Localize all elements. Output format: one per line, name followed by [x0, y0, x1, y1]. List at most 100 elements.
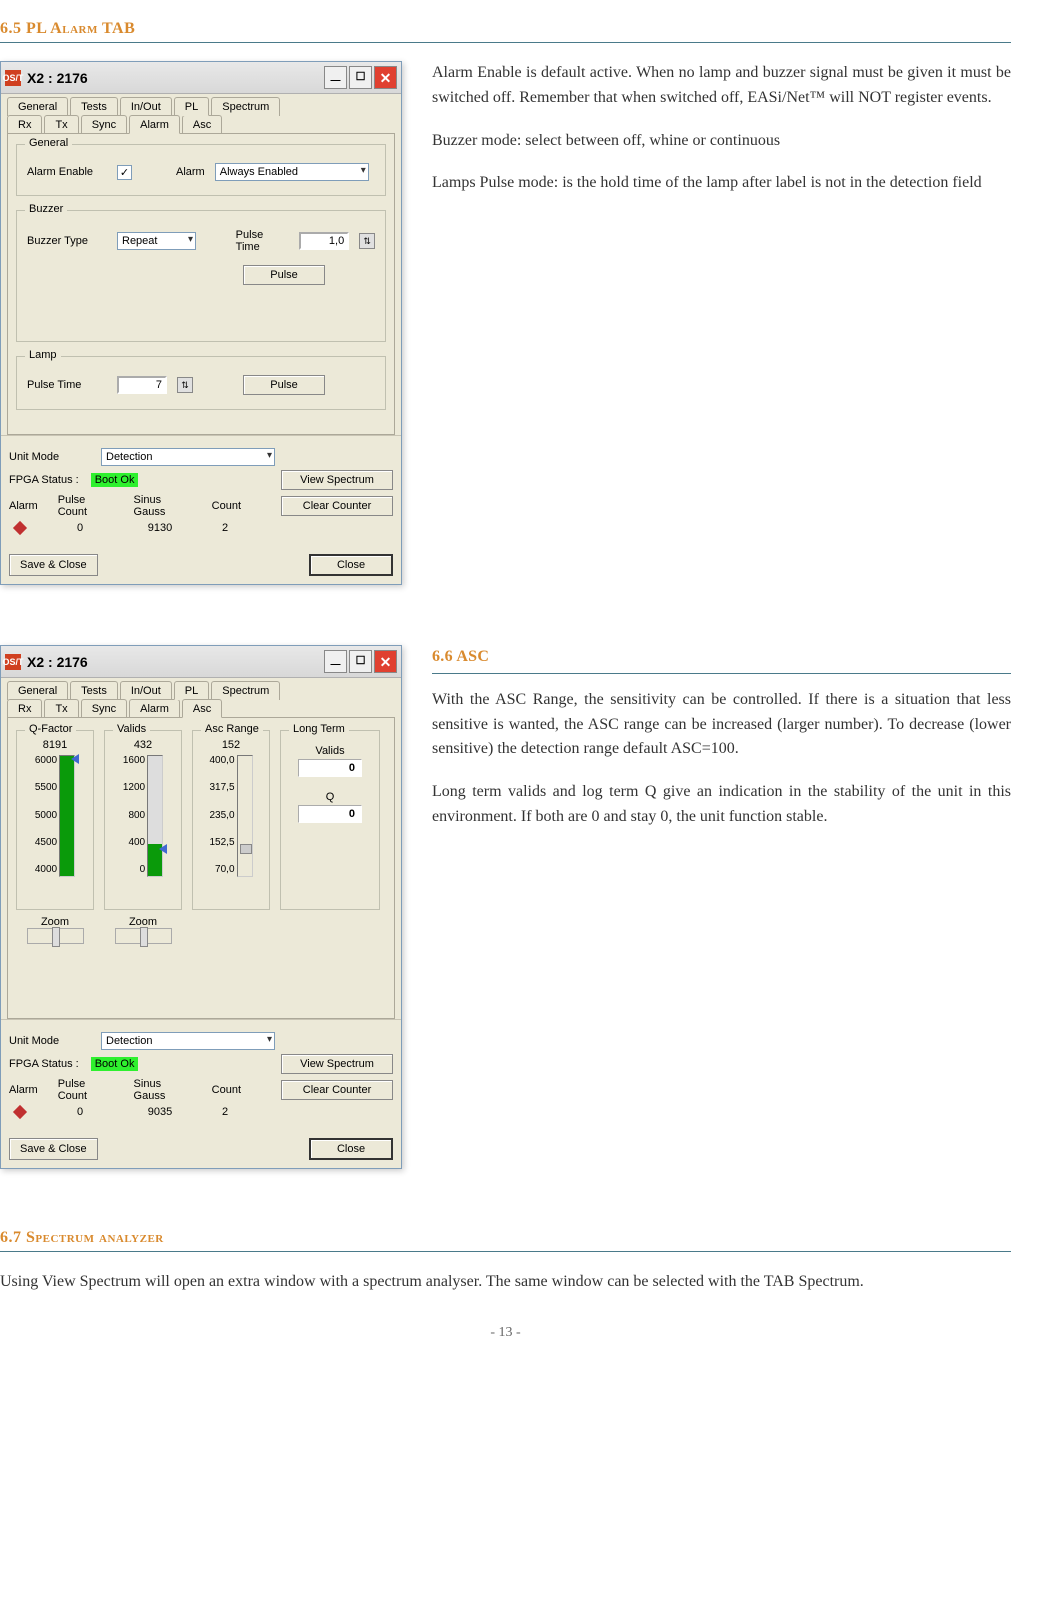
maximize-button[interactable]	[349, 650, 372, 673]
tab-tx[interactable]: Tx	[44, 115, 78, 134]
valids-slider[interactable]	[147, 755, 163, 877]
count-header-label: Count	[212, 1084, 241, 1096]
tab-inout[interactable]: In/Out	[120, 681, 172, 700]
alarm-combo[interactable]: Always Enabled	[215, 163, 369, 181]
ascrange-legend: Asc Range	[201, 723, 263, 735]
tick: 0	[123, 864, 145, 875]
buzzer-pulse-time-input[interactable]: 1,0	[299, 232, 349, 250]
qfactor-value: 8191	[19, 739, 91, 751]
lt-q-label: Q	[283, 791, 377, 803]
tick: 400,0	[209, 755, 234, 766]
app-icon: OS/T	[5, 70, 21, 86]
valids-value: 432	[107, 739, 179, 751]
description-65: Alarm Enable is default active. When no …	[432, 61, 1011, 214]
fpga-status-label: FPGA Status :	[9, 474, 79, 486]
section-heading-67: 6.7 Spectrum analyzer	[0, 1229, 1011, 1252]
tab-asc[interactable]: Asc	[182, 699, 222, 718]
tick: 400	[123, 837, 145, 848]
buzzer-pulse-time-label: Pulse Time	[236, 229, 290, 253]
tick: 152,5	[209, 837, 234, 848]
tab-tests[interactable]: Tests	[70, 97, 118, 116]
tick: 6000	[35, 755, 57, 766]
maximize-button[interactable]	[349, 66, 372, 89]
view-spectrum-button[interactable]: View Spectrum	[281, 1054, 393, 1074]
save-close-button[interactable]: Save & Close	[9, 554, 98, 576]
pulse-count-header-label: Pulse Count	[58, 1078, 114, 1102]
qfactor-legend: Q-Factor	[25, 723, 76, 735]
tab-spectrum[interactable]: Spectrum	[211, 97, 280, 116]
clear-counter-button[interactable]: Clear Counter	[281, 1080, 393, 1100]
alarm-header-label: Alarm	[9, 500, 38, 512]
view-spectrum-button[interactable]: View Spectrum	[281, 470, 393, 490]
tab-rx[interactable]: Rx	[7, 699, 42, 718]
alarm-enable-label: Alarm Enable	[27, 166, 107, 178]
buzzer-pulse-button[interactable]: Pulse	[243, 265, 325, 285]
count-value: 2	[215, 522, 235, 534]
save-close-button[interactable]: Save & Close	[9, 1138, 98, 1160]
alarm-label: Alarm	[176, 166, 205, 178]
dialog-alarm: OS/T X2 : 2176 ✕ General Tests In/Out PL…	[0, 61, 402, 585]
tab-spectrum[interactable]: Spectrum	[211, 681, 280, 700]
tab-sync[interactable]: Sync	[81, 699, 127, 718]
tick: 317,5	[209, 782, 234, 793]
tab-asc[interactable]: Asc	[182, 115, 222, 134]
clear-counter-button[interactable]: Clear Counter	[281, 496, 393, 516]
tab-pl[interactable]: PL	[174, 97, 209, 116]
close-window-button[interactable]: ✕	[374, 66, 397, 89]
fieldset-buzzer-legend: Buzzer	[25, 203, 67, 215]
close-button[interactable]: Close	[309, 554, 393, 576]
minimize-button[interactable]	[324, 66, 347, 89]
tick: 70,0	[209, 864, 234, 875]
tab-rx[interactable]: Rx	[7, 115, 42, 134]
fieldset-lamp: Lamp Pulse Time 7 ⇅ Pulse	[16, 356, 386, 410]
dialog-asc: OS/T X2 : 2176 ✕ General Tests In/Out PL…	[0, 645, 402, 1169]
sinus-gauss-value: 9035	[135, 1106, 185, 1118]
unit-mode-combo[interactable]: Detection	[101, 448, 275, 466]
lt-valids-value: 0	[298, 759, 362, 777]
tab-alarm[interactable]: Alarm	[129, 699, 180, 718]
buzzer-type-combo[interactable]: Repeat	[117, 232, 196, 250]
ascrange-slider[interactable]	[237, 755, 253, 877]
unit-mode-label: Unit Mode	[9, 1035, 89, 1047]
tick: 4000	[35, 864, 57, 875]
fieldset-general: General Alarm Enable ✓ Alarm Always Enab…	[16, 144, 386, 196]
spinner-icon[interactable]: ⇅	[177, 377, 193, 393]
tab-tests[interactable]: Tests	[70, 681, 118, 700]
tick: 5500	[35, 782, 57, 793]
alarm-header-label: Alarm	[9, 1084, 38, 1096]
desc-65-p1: Alarm Enable is default active. When no …	[432, 61, 1011, 111]
zoom-slider[interactable]	[115, 928, 172, 944]
lamp-pulse-button[interactable]: Pulse	[243, 375, 325, 395]
tick: 1200	[123, 782, 145, 793]
minimize-button[interactable]	[324, 650, 347, 673]
tab-tx[interactable]: Tx	[44, 699, 78, 718]
pulse-count-header-label: Pulse Count	[58, 494, 114, 518]
pulse-count-value: 0	[55, 522, 105, 534]
desc-65-p2: Buzzer mode: select between off, whine o…	[432, 129, 1011, 154]
window-title: X2 : 2176	[27, 654, 88, 670]
spinner-icon[interactable]: ⇅	[359, 233, 375, 249]
tick: 235,0	[209, 810, 234, 821]
tick: 5000	[35, 810, 57, 821]
tab-sync[interactable]: Sync	[81, 115, 127, 134]
tab-general[interactable]: General	[7, 97, 68, 116]
longterm-legend: Long Term	[289, 723, 349, 735]
titlebar: OS/T X2 : 2176 ✕	[1, 646, 401, 678]
alarm-indicator-icon	[13, 521, 27, 535]
close-button[interactable]: Close	[309, 1138, 393, 1160]
tab-general[interactable]: General	[7, 681, 68, 700]
valids-column: Valids 432 1600 1200 800 400 0	[104, 730, 182, 944]
lamp-pulse-time-input[interactable]: 7	[117, 376, 167, 394]
zoom-slider[interactable]	[27, 928, 84, 944]
fpga-status-badge: Boot Ok	[91, 473, 139, 487]
tick: 800	[123, 810, 145, 821]
sinus-gauss-value: 9130	[135, 522, 185, 534]
alarm-enable-checkbox[interactable]: ✓	[117, 165, 132, 180]
tab-pl[interactable]: PL	[174, 681, 209, 700]
qfactor-slider[interactable]	[59, 755, 75, 877]
close-window-button[interactable]: ✕	[374, 650, 397, 673]
tab-inout[interactable]: In/Out	[120, 97, 172, 116]
valids-legend: Valids	[113, 723, 150, 735]
tab-alarm[interactable]: Alarm	[129, 115, 180, 134]
unit-mode-combo[interactable]: Detection	[101, 1032, 275, 1050]
